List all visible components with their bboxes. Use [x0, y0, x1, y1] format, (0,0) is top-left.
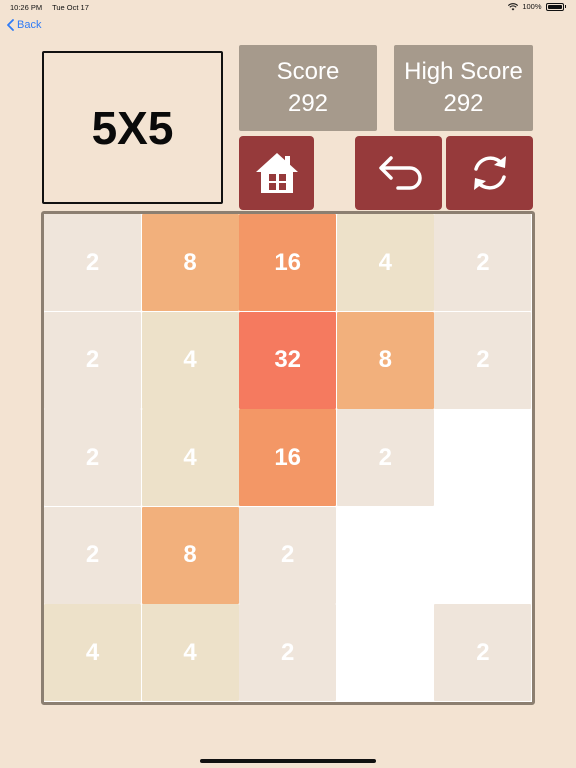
status-time: 10:26 PM [10, 3, 43, 12]
tile-4-4: 2 [434, 604, 532, 702]
tile-0-3: 4 [336, 214, 434, 311]
game-board[interactable]: 2 8 16 4 2 2 4 32 8 2 2 4 16 2 2 8 2 4 4 2 2 [41, 211, 535, 705]
board-size-title: 5X5 [42, 51, 223, 204]
back-button[interactable]: Back [6, 19, 41, 31]
status-right: 100% [508, 2, 566, 11]
undo-button[interactable] [355, 136, 442, 210]
tile-1-1: 4 [141, 311, 239, 409]
tile-2-1: 4 [141, 409, 239, 507]
back-label: Back [17, 19, 42, 31]
status-bar: 10:26 PM Tue Oct 17 100% [0, 0, 576, 14]
battery-percent: 100% [522, 2, 542, 11]
refresh-icon [473, 156, 506, 190]
home-button[interactable] [239, 136, 314, 210]
battery-icon [545, 2, 564, 11]
wifi-icon [508, 2, 519, 10]
tile-0-0: 2 [44, 214, 141, 311]
tile-4-1: 4 [141, 604, 239, 702]
high-score-box: High Score 292 [394, 45, 533, 131]
undo-icon [378, 156, 422, 190]
tile-1-2: 32 [239, 311, 337, 409]
tile-4-0: 4 [44, 604, 141, 702]
score-label: Score [276, 58, 340, 85]
chevron-left-icon [7, 19, 14, 31]
status-date: Tue Oct 17 [52, 3, 89, 12]
tile-3-1: 8 [141, 506, 239, 604]
high-score-label: High Score [404, 58, 523, 85]
score-box: Score 292 [239, 45, 377, 131]
score-value: 292 [287, 90, 329, 117]
tile-2-2: 16 [239, 409, 337, 507]
tile-3-0: 2 [44, 506, 141, 604]
tile-0-2: 16 [239, 214, 337, 311]
status-left: 10:26 PM Tue Oct 17 [10, 3, 97, 12]
high-score-value: 292 [443, 90, 484, 117]
tile-0-4: 2 [434, 214, 532, 311]
tile-1-0: 2 [44, 311, 141, 409]
tile-2-0: 2 [44, 409, 141, 507]
tile-3-2: 2 [239, 506, 337, 604]
tile-1-3: 8 [336, 311, 434, 409]
tile-0-1: 8 [141, 214, 239, 311]
home-indicator[interactable] [200, 759, 376, 763]
tile-1-4: 2 [434, 311, 532, 409]
refresh-button[interactable] [446, 136, 533, 210]
tile-2-3: 2 [336, 409, 434, 507]
tile-4-2: 2 [239, 604, 337, 702]
battery-cap [564, 5, 566, 8]
home-icon [255, 153, 298, 193]
